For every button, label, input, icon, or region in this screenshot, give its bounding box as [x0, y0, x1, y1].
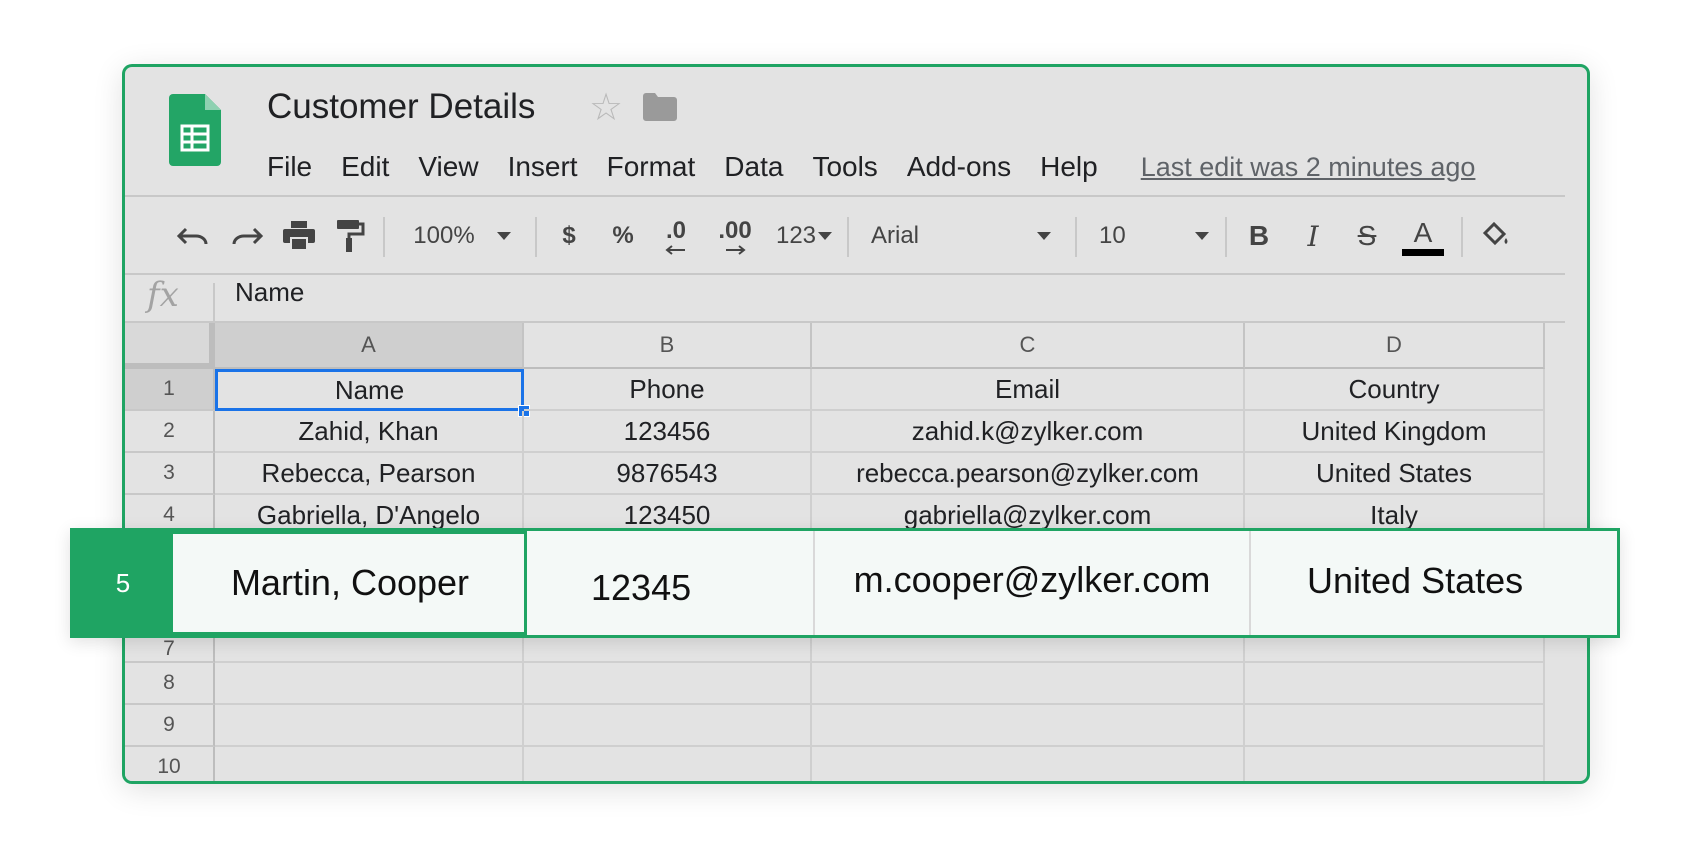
cell-a10[interactable]: [215, 747, 524, 781]
column-header-c[interactable]: C: [812, 323, 1245, 369]
highlighted-cell-phone[interactable]: 12345: [529, 531, 813, 635]
folder-icon[interactable]: [643, 93, 677, 126]
font-family-select[interactable]: Arial: [861, 211, 1061, 261]
cell-d2[interactable]: United Kingdom: [1245, 411, 1545, 453]
star-icon[interactable]: ☆: [589, 89, 623, 127]
cell-d1[interactable]: Country: [1245, 369, 1545, 411]
formula-separator: [213, 283, 215, 321]
cell-d9[interactable]: [1245, 705, 1545, 747]
arrow-right-icon: [726, 245, 746, 255]
column-header-a[interactable]: A: [215, 323, 524, 369]
highlighted-row: 5 Martin, Cooper 12345 m.cooper@zylker.c…: [70, 528, 1620, 638]
select-all-corner[interactable]: [125, 323, 215, 369]
cell-d10[interactable]: [1245, 747, 1545, 781]
undo-icon[interactable]: [171, 211, 215, 261]
last-edit-link[interactable]: Last edit was 2 minutes ago: [1141, 152, 1476, 183]
text-color-label: A: [1413, 216, 1433, 248]
row-header[interactable]: 1: [125, 369, 215, 411]
zoom-select[interactable]: 100%: [397, 211, 527, 261]
formula-fx-label: fx: [147, 275, 179, 315]
column-header-d[interactable]: D: [1245, 323, 1545, 369]
cell-b10[interactable]: [524, 747, 812, 781]
row-header[interactable]: 3: [125, 453, 215, 495]
menu-edit[interactable]: Edit: [341, 151, 389, 183]
menu-format[interactable]: Format: [607, 151, 696, 183]
chevron-down-icon: [1195, 232, 1209, 240]
row-header[interactable]: 2: [125, 411, 215, 453]
cell-c3[interactable]: rebecca.pearson@zylker.com: [812, 453, 1245, 495]
text-color-button[interactable]: A: [1399, 211, 1447, 261]
formula-input[interactable]: Name: [235, 277, 304, 308]
cell-d3[interactable]: United States: [1245, 453, 1545, 495]
decrease-decimal-button[interactable]: .0: [651, 211, 701, 261]
highlighted-row-number[interactable]: 5: [73, 531, 173, 635]
decrease-decimal-label: .0: [665, 217, 686, 244]
cell-c10[interactable]: [812, 747, 1245, 781]
cell-b8[interactable]: [524, 663, 812, 705]
menu-divider: [125, 195, 1565, 197]
increase-decimal-label: .00: [718, 217, 752, 244]
cell-a2[interactable]: Zahid, Khan: [215, 411, 524, 453]
redo-icon[interactable]: [225, 211, 269, 261]
spreadsheet-window: Customer Details ☆ File Edit View Insert…: [122, 64, 1590, 784]
chevron-down-icon: [496, 232, 511, 240]
row-header[interactable]: 10: [125, 747, 215, 781]
sheets-logo-icon[interactable]: [169, 94, 221, 166]
row-header[interactable]: 8: [125, 663, 215, 705]
toolbar-separator: [847, 217, 849, 257]
toolbar-separator: [1075, 217, 1077, 257]
menu-bar: File Edit View Insert Format Data Tools …: [267, 147, 1475, 187]
menu-data[interactable]: Data: [724, 151, 783, 183]
menu-tools[interactable]: Tools: [812, 151, 877, 183]
font-family-value: Arial: [871, 222, 920, 249]
menu-file[interactable]: File: [267, 151, 312, 183]
currency-format-button[interactable]: $: [547, 211, 591, 261]
highlighted-cell-email[interactable]: m.cooper@zylker.com: [815, 531, 1249, 635]
toolbar-separator: [1225, 217, 1227, 257]
font-size-value: 10: [1099, 222, 1126, 249]
font-size-select[interactable]: 10: [1089, 211, 1219, 261]
menu-view[interactable]: View: [418, 151, 478, 183]
chevron-down-icon: [1037, 232, 1051, 240]
column-header-b[interactable]: B: [524, 323, 812, 369]
row-header[interactable]: 9: [125, 705, 215, 747]
document-title[interactable]: Customer Details: [267, 87, 535, 127]
cell-c9[interactable]: [812, 705, 1245, 747]
toolbar-separator: [383, 217, 385, 257]
cell-a8[interactable]: [215, 663, 524, 705]
cell-a3[interactable]: Rebecca, Pearson: [215, 453, 524, 495]
chevron-down-icon: [818, 232, 833, 240]
cell-b9[interactable]: [524, 705, 812, 747]
cell-a9[interactable]: [215, 705, 524, 747]
highlighted-cell-country[interactable]: United States: [1251, 531, 1617, 635]
toolbar-separator: [1461, 217, 1463, 257]
increase-decimal-button[interactable]: .00: [705, 211, 765, 261]
more-formats-select[interactable]: 123: [769, 211, 839, 261]
arrow-left-icon: [665, 245, 685, 255]
bold-button[interactable]: B: [1237, 211, 1281, 261]
cell-b3[interactable]: 9876543: [524, 453, 812, 495]
zoom-value: 100%: [413, 222, 475, 249]
cell-c2[interactable]: zahid.k@zylker.com: [812, 411, 1245, 453]
cell-c8[interactable]: [812, 663, 1245, 705]
cell-c1[interactable]: Email: [812, 369, 1245, 411]
strikethrough-button[interactable]: S: [1345, 211, 1389, 261]
paint-format-icon[interactable]: [329, 211, 373, 261]
cell-b2[interactable]: 123456: [524, 411, 812, 453]
percent-format-button[interactable]: %: [601, 211, 645, 261]
cell-b1[interactable]: Phone: [524, 369, 812, 411]
more-formats-label: 123: [775, 222, 817, 249]
print-icon[interactable]: [277, 211, 321, 261]
toolbar-separator: [535, 217, 537, 257]
text-color-swatch: [1402, 248, 1444, 256]
italic-button[interactable]: I: [1291, 211, 1335, 261]
fill-color-icon[interactable]: [1471, 211, 1519, 261]
toolbar-divider: [125, 273, 1565, 275]
menu-add-ons[interactable]: Add-ons: [907, 151, 1011, 183]
menu-help[interactable]: Help: [1040, 151, 1098, 183]
cell-a1[interactable]: Name: [215, 369, 524, 411]
highlighted-cell-name[interactable]: Martin, Cooper: [173, 531, 527, 635]
menu-insert[interactable]: Insert: [508, 151, 578, 183]
cell-d8[interactable]: [1245, 663, 1545, 705]
